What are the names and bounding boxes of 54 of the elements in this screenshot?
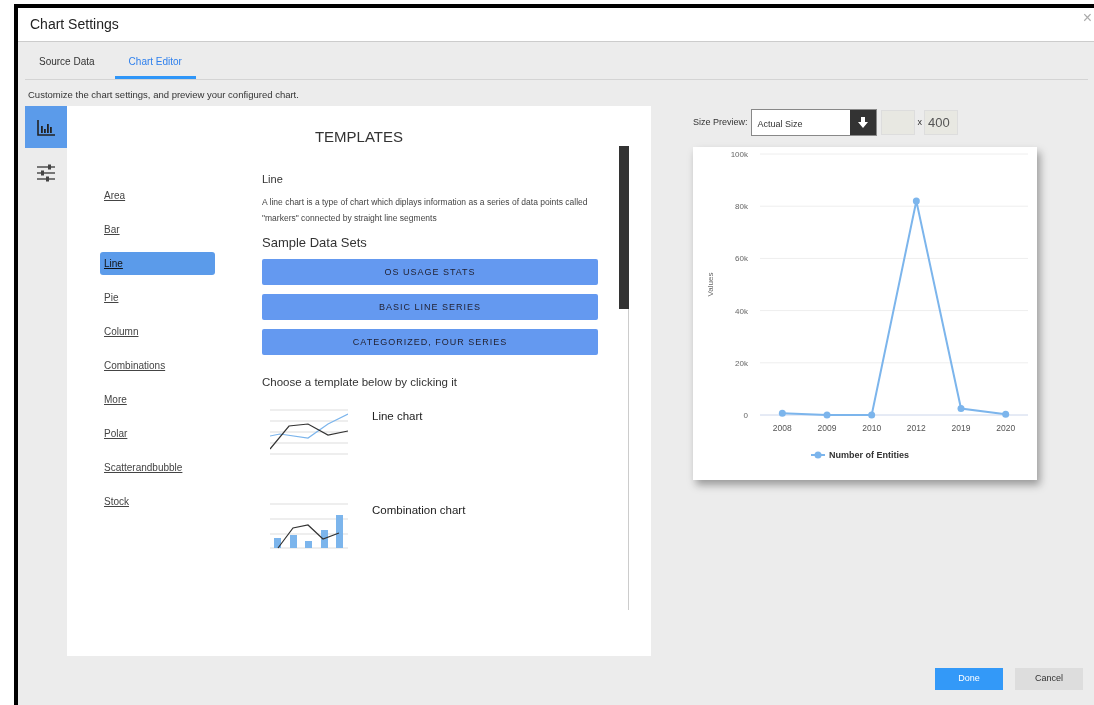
y-tick-label: 0 (743, 411, 748, 421)
x-tick-label: 2010 (862, 423, 882, 434)
chart-type-link[interactable]: Polar (100, 422, 215, 446)
chart-type-link[interactable]: Column (100, 320, 215, 344)
chart-type-link[interactable]: More (100, 388, 215, 412)
scrollbar-thumb[interactable] (619, 146, 629, 310)
chart-type-link[interactable]: Bar (100, 218, 215, 242)
instruction-text: Choose a template below by clicking it (262, 375, 458, 391)
template-description: A line chart is a type of chart which diplays information as a series of data points called "markers" connected by straight line segments (262, 195, 589, 225)
panel-title: TEMPLATES (313, 127, 405, 148)
data-point[interactable] (912, 197, 920, 205)
y-tick-label: 100k (730, 150, 748, 160)
cancel-button[interactable]: Cancel (1015, 668, 1083, 690)
chart-type-link[interactable]: Line (100, 252, 215, 276)
description-text: Customize the chart settings, and preview your configured chart. (28, 88, 300, 102)
dialog-title: Chart Settings (30, 15, 119, 34)
x-tick-label: 2019 (951, 423, 971, 434)
chart-type-link[interactable]: Combinations (100, 354, 215, 378)
data-point[interactable] (1002, 410, 1010, 418)
template-name[interactable]: Combination chart (372, 501, 466, 519)
chart-type-link[interactable]: Pie (100, 286, 215, 310)
x-tick-label: 2009 (817, 423, 837, 434)
section-title: Sample Data Sets (262, 233, 368, 252)
template-heading: Line (262, 172, 284, 188)
data-point[interactable] (823, 411, 831, 419)
x-tick-label: 2008 (772, 423, 792, 434)
y-tick-label: 40k (735, 306, 748, 316)
template-name[interactable]: Line chart (372, 407, 423, 425)
tab[interactable]: Source Data (25, 46, 109, 79)
sample-data-button[interactable]: CATEGORIZED, FOUR SERIES (262, 329, 598, 356)
chart-type-link[interactable]: Scatterandbubble (100, 456, 215, 480)
chart-type-link[interactable]: Stock (100, 490, 215, 514)
y-tick-label: 60k (735, 254, 748, 264)
data-point[interactable] (778, 409, 786, 417)
sample-data-button[interactable]: OS USAGE STATS (262, 259, 598, 286)
chart-icon (36, 117, 56, 137)
y-axis-title: Values (706, 272, 715, 297)
data-point[interactable] (868, 411, 876, 419)
sliders-icon (36, 162, 56, 182)
height-field[interactable]: 400 (924, 110, 959, 136)
y-tick-label: 20k (735, 359, 748, 369)
data-point[interactable] (957, 405, 965, 413)
legend-marker-icon (810, 451, 826, 459)
arrow-down-icon (857, 117, 868, 129)
x-tick-label: 2012 (906, 423, 926, 434)
chart-tab[interactable] (25, 106, 67, 149)
size-label: Size Preview: (693, 116, 748, 129)
size-dropdown[interactable]: Actual Size (750, 109, 877, 137)
times-text: x (917, 116, 923, 129)
x-tick-label: 2020 (996, 423, 1016, 434)
y-tick-label: 80k (735, 202, 748, 212)
sample-data-button[interactable]: BASIC LINE SERIES (262, 294, 598, 321)
chart-type-link[interactable]: Area (100, 184, 215, 208)
legend-label[interactable]: Number of Entities (829, 450, 909, 461)
